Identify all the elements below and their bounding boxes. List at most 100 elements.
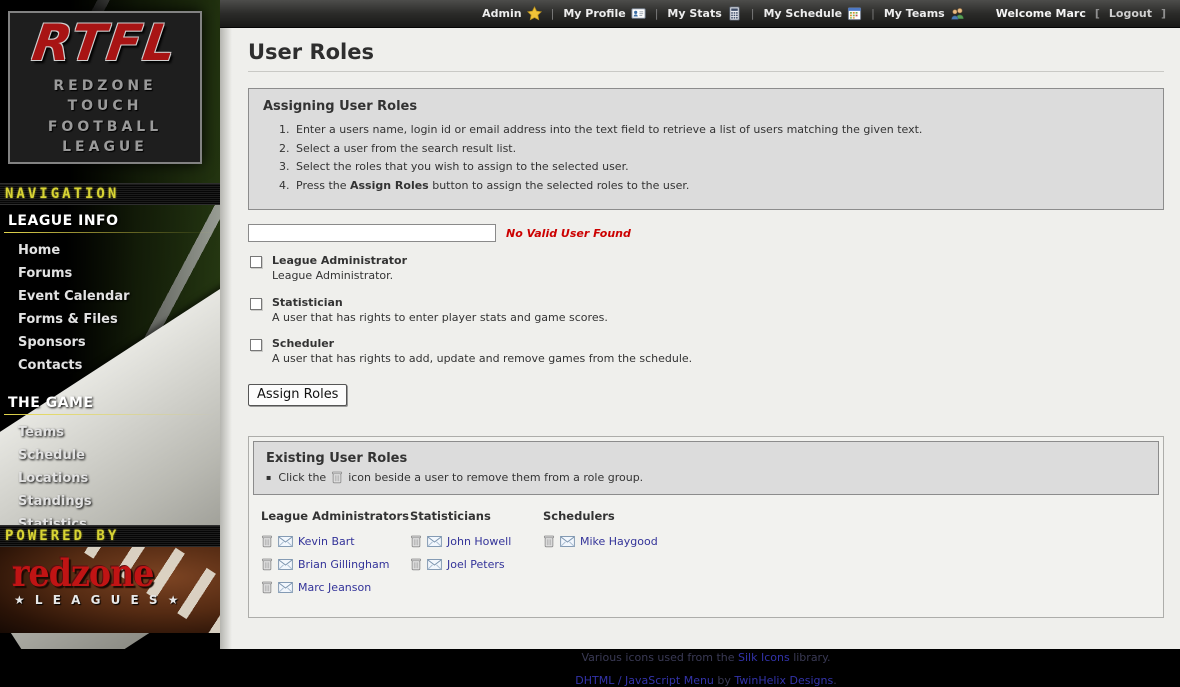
instruction-step: Select the roles that you wish to assign… <box>293 160 1149 173</box>
sidebar-item-contacts[interactable]: Contacts <box>0 354 220 377</box>
user-row: Marc Jeanson <box>261 580 410 594</box>
email-user-icon[interactable] <box>427 559 442 570</box>
powered-by-led-banner: POWERED BY <box>0 525 220 547</box>
menu-my-profile[interactable]: My Profile <box>563 6 645 21</box>
role-option-statistician: Statistician A user that has rights to e… <box>248 296 1164 326</box>
divider <box>4 414 216 415</box>
user-link[interactable]: John Howell <box>447 535 511 548</box>
user-link[interactable]: Marc Jeanson <box>298 581 371 594</box>
step-text: Press the <box>296 179 350 192</box>
remove-user-icon[interactable] <box>410 534 422 548</box>
statistician-checkbox[interactable] <box>250 298 262 310</box>
menu-admin-label: Admin <box>482 7 521 20</box>
menu-my-profile-label: My Profile <box>563 7 625 20</box>
vcard-icon <box>631 6 646 21</box>
menu-my-stats-label: My Stats <box>667 7 721 20</box>
user-row: Joel Peters <box>410 557 543 571</box>
bracket: ] <box>1161 7 1166 20</box>
logout-link[interactable]: Logout <box>1109 7 1152 20</box>
role-option-league-administrator: League Administrator League Administrato… <box>248 254 1164 284</box>
remove-user-icon[interactable] <box>261 580 273 594</box>
email-user-icon[interactable] <box>278 536 293 547</box>
sidebar-item-home[interactable]: Home <box>0 239 220 262</box>
divider <box>4 232 216 233</box>
assign-instructions-list: Enter a users name, login id or email ad… <box>293 123 1149 192</box>
league-administrator-checkbox[interactable] <box>250 256 262 268</box>
group-league-administrators: League Administrators Kevin Bart Brian G… <box>261 509 410 603</box>
separator: | <box>551 7 555 20</box>
sidebar-item-schedule[interactable]: Schedule <box>0 444 220 467</box>
no-valid-user-message: No Valid User Found <box>506 227 631 240</box>
remove-user-icon[interactable] <box>261 534 273 548</box>
assign-roles-button[interactable]: Assign Roles <box>248 384 347 406</box>
logo-line: TOUCH <box>68 96 143 116</box>
group-icon <box>950 6 965 21</box>
silk-icons-link[interactable]: Silk Icons <box>738 651 790 664</box>
sidebar-item-locations[interactable]: Locations <box>0 467 220 490</box>
twinhelix-link[interactable]: TwinHelix Designs <box>734 674 833 687</box>
assigning-user-roles-box: Assigning User Roles Enter a users name,… <box>248 88 1164 210</box>
role-name: Scheduler <box>272 337 692 352</box>
group-statisticians: Statisticians John Howell Joel Peters <box>410 509 543 603</box>
footer-credits-icons: Various icons used from the Silk Icons l… <box>248 651 1164 664</box>
sidebar: RTFL REDZONE TOUCH FOOTBALL LEAGUE NAVIG… <box>0 0 220 649</box>
sidebar-menu: LEAGUE INFO Home Forums Event Calendar F… <box>0 207 220 536</box>
sidebar-item-event-calendar[interactable]: Event Calendar <box>0 285 220 308</box>
divider <box>248 71 1164 72</box>
bin-icon <box>331 470 343 484</box>
user-link[interactable]: Brian Gillingham <box>298 558 389 571</box>
role-description: A user that has rights to enter player s… <box>272 311 608 326</box>
league-logo[interactable]: RTFL REDZONE TOUCH FOOTBALL LEAGUE <box>8 11 202 164</box>
email-user-icon[interactable] <box>427 536 442 547</box>
existing-box-heading: Existing User Roles <box>266 451 1146 466</box>
menu-my-teams[interactable]: My Teams <box>884 6 965 21</box>
step-text: button to assign the selected roles to t… <box>429 179 690 192</box>
calculator-icon <box>727 6 742 21</box>
group-title: League Administrators <box>261 509 410 523</box>
logo-acronym: RTFL <box>29 18 180 68</box>
email-user-icon[interactable] <box>278 559 293 570</box>
user-row: John Howell <box>410 534 543 548</box>
separator: | <box>655 7 659 20</box>
remove-instruction: ▪ Click the icon beside a user to remove… <box>266 470 1146 484</box>
group-schedulers: Schedulers Mike Haygood <box>543 509 1151 603</box>
sidebar-item-sponsors[interactable]: Sponsors <box>0 331 220 354</box>
user-link[interactable]: Mike Haygood <box>580 535 658 548</box>
bracket: [ <box>1095 7 1100 20</box>
menu-my-schedule[interactable]: My Schedule <box>763 6 862 21</box>
page-title: User Roles <box>248 36 1164 71</box>
email-user-icon[interactable] <box>560 536 575 547</box>
footer-text: . <box>833 674 837 687</box>
note-text: Click the <box>278 471 326 484</box>
menu-admin[interactable]: Admin <box>482 6 541 21</box>
group-title: Statisticians <box>410 509 543 523</box>
scheduler-checkbox[interactable] <box>250 339 262 351</box>
remove-user-icon[interactable] <box>261 557 273 571</box>
main-content: User Roles Assigning User Roles Enter a … <box>220 28 1180 649</box>
assign-box-heading: Assigning User Roles <box>263 99 1149 114</box>
user-row: Brian Gillingham <box>261 557 410 571</box>
dhtml-menu-link[interactable]: DHTML / JavaScript Menu <box>575 674 714 687</box>
sidebar-section-the-game: THE GAME <box>0 389 220 413</box>
sidebar-item-standings[interactable]: Standings <box>0 490 220 513</box>
remove-user-icon[interactable] <box>410 557 422 571</box>
remove-user-icon[interactable] <box>543 534 555 548</box>
user-search-row: No Valid User Found <box>248 224 1164 242</box>
user-link[interactable]: Joel Peters <box>447 558 505 571</box>
email-user-icon[interactable] <box>278 582 293 593</box>
role-name: Statistician <box>272 296 608 311</box>
menu-my-stats[interactable]: My Stats <box>667 6 741 21</box>
sidebar-item-teams[interactable]: Teams <box>0 421 220 444</box>
role-option-scheduler: Scheduler A user that has rights to add,… <box>248 337 1164 367</box>
redzone-leagues-logo[interactable]: redzone ★ L E A G U E S ★ <box>0 547 220 633</box>
footer: Various icons used from the Silk Icons l… <box>248 651 1164 687</box>
user-search-input[interactable] <box>248 224 496 242</box>
menu-my-teams-label: My Teams <box>884 7 945 20</box>
user-link[interactable]: Kevin Bart <box>298 535 355 548</box>
sidebar-item-forums[interactable]: Forums <box>0 262 220 285</box>
welcome-text: Welcome Marc <box>996 7 1086 20</box>
sidebar-item-forms-files[interactable]: Forms & Files <box>0 308 220 331</box>
redzone-leagues-text: ★ L E A G U E S ★ <box>14 593 182 607</box>
sidebar-section-league-info: LEAGUE INFO <box>0 207 220 231</box>
role-description: League Administrator. <box>272 269 407 284</box>
